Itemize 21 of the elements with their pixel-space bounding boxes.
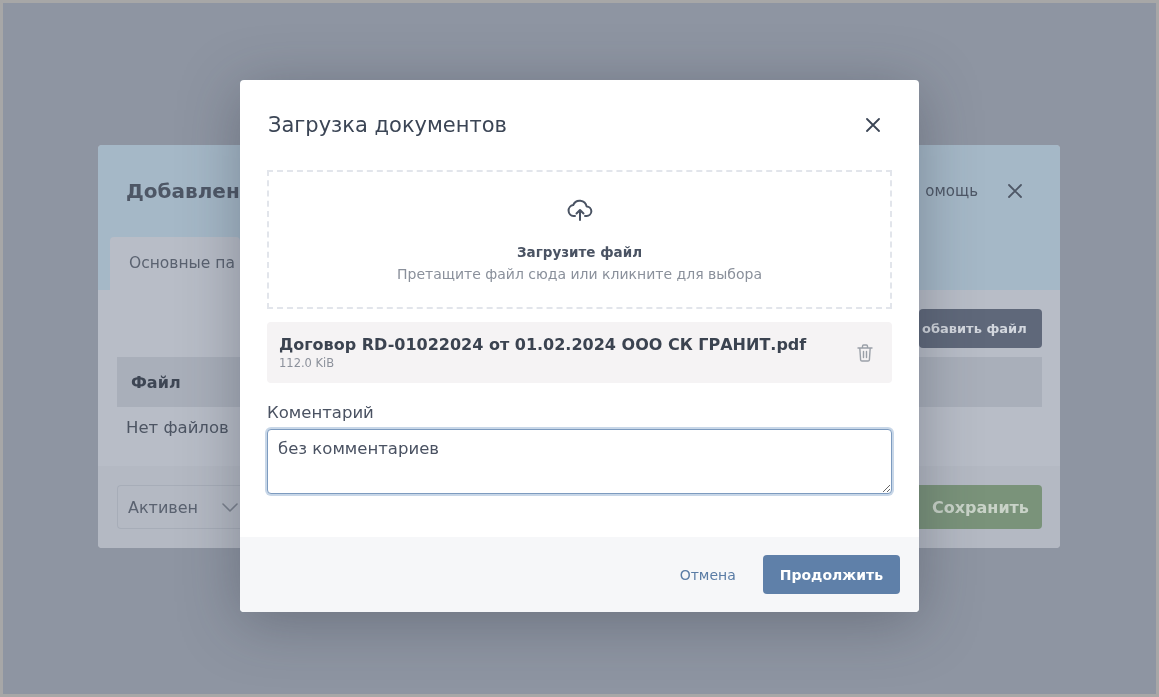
- cancel-link[interactable]: Отмена: [679, 566, 736, 583]
- comment-field[interactable]: без комментариев: [267, 429, 892, 494]
- empty-table-text: Нет файлов: [126, 418, 229, 437]
- comment-label: Коментарий: [267, 403, 374, 422]
- file-size: 112.0 KiB: [279, 356, 335, 370]
- continue-button[interactable]: Продолжить: [762, 555, 900, 594]
- cloud-upload-icon: [566, 199, 593, 221]
- close-icon[interactable]: [866, 118, 880, 132]
- save-button[interactable]: Сохранить: [919, 485, 1042, 529]
- file-name: Договор RD-01022024 от 01.02.2024 ООО СК ГРАНИТ.pdf: [279, 335, 807, 354]
- add-file-button[interactable]: обавить файл: [919, 309, 1042, 348]
- trash-icon[interactable]: [857, 343, 873, 362]
- file-dropzone[interactable]: Загрузите файл Претащите файл сюда или кликните для выбора: [267, 170, 892, 309]
- dropzone-title: Загрузите файл: [516, 244, 643, 260]
- tab[interactable]: Основные па: [110, 237, 240, 290]
- dropzone-hint: Претащите файл сюда или кликните для выбора: [397, 266, 762, 282]
- column-header: Файл: [131, 372, 181, 392]
- chevron-down-icon: [222, 502, 238, 512]
- dialog-title: Добавлен: [126, 179, 240, 203]
- dialog-title: Загрузка документов: [268, 113, 507, 137]
- help-link[interactable]: омощь: [925, 182, 978, 200]
